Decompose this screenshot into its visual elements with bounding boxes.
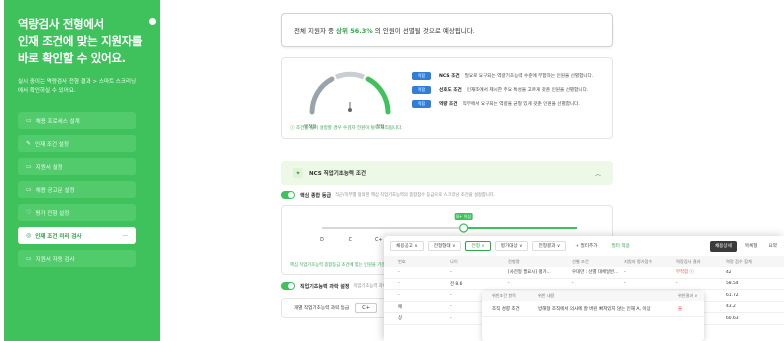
gauge-footnote: 조건을 많이 설정할 경우 수검자 전원이 탈락 처리됩니다.	[290, 125, 403, 131]
status-badge: 적합	[412, 86, 431, 94]
sidebar-dot	[149, 18, 156, 25]
core-grade-toggle[interactable]	[281, 191, 295, 199]
popup-row: 조직 성향 조건 방해형 조직에서 의사에 잘 버린 빠져있지 않는 인재 A,…	[482, 301, 704, 317]
sidebar-item-evaluation[interactable]: ♡ 평가 전형 설정	[18, 204, 136, 221]
chevron-up-icon[interactable]: ︿	[595, 169, 601, 178]
document-icon: ▭	[26, 117, 32, 124]
gauge-card: 부적합 적합 적합 NCS 조건 필요로 요구되는 역량기초능력 수준에 부합하…	[281, 57, 613, 139]
condition-competency: 적합 역량 조건 직무에서 요구되는 역량을 균형 있게 갖춘 인원을 선별합니…	[412, 100, 580, 108]
filter-chip[interactable]: 전형 ∨	[465, 241, 491, 251]
sidebar-item-precheck[interactable]: ◎ 인재 조건 미리 검사 —	[18, 227, 136, 244]
fit-gauge	[309, 71, 391, 115]
status-badge: 적합	[412, 100, 431, 108]
heart-icon: ♡	[26, 209, 32, 216]
table-row[interactable]: - 전 8.6 - - - - 58.54	[384, 279, 784, 290]
sparkle-icon: ✦	[293, 168, 303, 178]
slider-thumb[interactable]	[459, 223, 469, 233]
sidebar: 역량검사 전형에서 인재 조건에 맞는 지원자를 바로 확인할 수 있어요. 실…	[4, 0, 160, 341]
core-grade-toggle-row: 핵심 종합 등급 직군/직무별 정의된 핵심 직업기초능력의 종합점수 등급으로…	[281, 191, 613, 199]
condition-preference: 적합 선호도 조건 인재조에서 제시한 주요 특성을 고르게 갖춘 인원을 선별…	[412, 86, 588, 94]
sidebar-headline: 역량검사 전형에서 인재 조건에 맞는 지원자를 바로 확인할 수 있어요.	[18, 17, 143, 65]
table-header: 번호 나이 전형명 선별 조건 지원자 평가점수 역량검사 결과 역량 점수 합…	[384, 256, 784, 267]
filter-chip[interactable]: 평가대상 ∨	[494, 241, 529, 251]
selection-summary: 전체 지원자 중 상위 56.3% 의 인원이 선별될 것으로 예상됩니다.	[281, 13, 613, 47]
sidebar-item-auto-check[interactable]: ▭ 지원서 자동 검사	[18, 250, 136, 267]
popup-header: 위반조건 항목 위반 내용 위반결과 ∨	[482, 291, 704, 301]
grade-tick-label: C+	[375, 237, 382, 243]
ncs-section-header[interactable]: ✦ NCS 직업기초능력 조건 ︿	[281, 161, 613, 185]
area-toggle[interactable]	[281, 282, 295, 290]
document-icon: ▭	[26, 186, 32, 193]
list-view-button[interactable]: 목록형	[741, 241, 762, 252]
arrow-icon: —	[122, 232, 129, 239]
grade-tick-label: C	[349, 237, 353, 243]
violation-popup: 위반조건 항목 위반 내용 위반결과 ∨ 조직 성향 조건 방해형 조직에서 의…	[482, 291, 704, 341]
filter-chip[interactable]: 채용공고 ∨	[390, 241, 424, 251]
status-badge: 적합	[412, 72, 431, 80]
sidebar-menu: ▭ 채용 프로세스 설계 ✎ 인재 조건 설정 ▭ 지원서 설정 ▭ 채용 공고문 설정…	[18, 112, 150, 267]
sidebar-item-job-posting[interactable]: ▭ 채용 공고문 설정	[18, 181, 136, 198]
summary-button[interactable]: 요약	[765, 241, 781, 252]
table-toolbar: 채용공고 ∨ 전형형태 ∨ 전형 ∨ 평가대상 ∨ 전형결과 ∨ + 필터추가 …	[384, 236, 784, 256]
condition-ncs: 적합 NCS 조건 필요로 요구되는 역량기초능력 수준에 부합하는 인원을 선…	[412, 72, 593, 80]
sidebar-description: 실시 중이는 역량검사 전형 결과 > 스마트 스크리닝 에서 확인하실 수 있…	[18, 79, 137, 94]
grade-select[interactable]: C+	[355, 303, 378, 313]
grade-tick-label: D	[320, 237, 324, 243]
thumb-label: B+ 이상	[456, 213, 471, 219]
filter-chip[interactable]: 전형결과 ∨	[532, 241, 567, 251]
sidebar-item-talent-condition[interactable]: ✎ 인재 조건 설정	[18, 135, 136, 152]
sidebar-item-process[interactable]: ▭ 채용 프로세스 설계	[18, 112, 136, 129]
target-icon: ◎	[26, 232, 32, 239]
filter-chip[interactable]: 전형형태 ∨	[427, 241, 462, 251]
apply-filter-link[interactable]: 필터 적용	[606, 241, 634, 251]
table-row[interactable]: - - [사전형 필요시] 평가... 우대만 : 선별 대체일반... - 부…	[384, 267, 784, 279]
sidebar-item-application[interactable]: ▭ 지원서 설정	[18, 158, 136, 175]
detail-button[interactable]: 채용상세	[709, 240, 737, 252]
add-filter-button[interactable]: + 필터추가	[570, 241, 602, 251]
pencil-icon: ✎	[26, 140, 32, 147]
document-icon: ▭	[26, 255, 32, 262]
document-icon: ▭	[26, 163, 32, 170]
